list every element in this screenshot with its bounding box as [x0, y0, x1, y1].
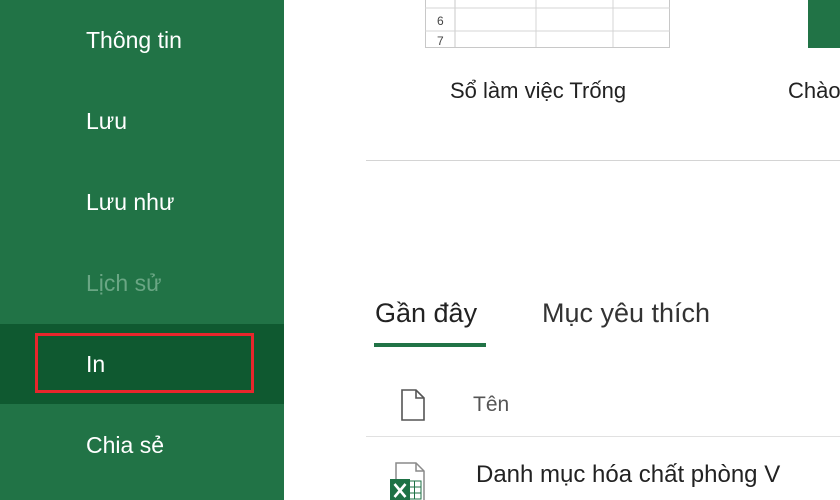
- list-item[interactable]: Danh mục hóa chất phòng V: [366, 437, 840, 500]
- next-template-label[interactable]: Chào: [788, 78, 840, 104]
- excel-file-icon: [390, 462, 425, 500]
- blank-workbook-thumbnail[interactable]: 6 7: [425, 0, 670, 48]
- sidebar-item-save-as[interactable]: Lưu như: [0, 162, 284, 242]
- sidebar-item-label: Chia sẻ: [86, 431, 164, 458]
- document-icon: [401, 389, 425, 421]
- spreadsheet-grid-icon: 6 7: [425, 0, 670, 48]
- highlight-box: [35, 333, 254, 393]
- sidebar-item-info[interactable]: Thông tin: [0, 0, 284, 80]
- sidebar-item-label: Thông tin: [86, 26, 182, 53]
- file-name: Danh mục hóa chất phòng V: [476, 461, 781, 488]
- tab-favorites[interactable]: Mục yêu thích: [542, 298, 710, 329]
- backstage-sidebar: Thông tin Lưu Lưu như Lịch sử In Chia sẻ: [0, 0, 284, 500]
- active-tab-indicator: [374, 343, 486, 347]
- column-header-name[interactable]: Tên: [473, 393, 509, 417]
- sidebar-item-save[interactable]: Lưu: [0, 81, 284, 161]
- sidebar-item-label: Lưu như: [86, 188, 175, 215]
- sidebar-item-label: Lịch sử: [86, 269, 162, 296]
- grid-row-number: 7: [437, 34, 444, 48]
- sidebar-item-history: Lịch sử: [0, 243, 284, 323]
- tab-recent[interactable]: Gần đây: [375, 298, 477, 329]
- sidebar-item-label: Lưu: [86, 107, 127, 134]
- sidebar-item-share[interactable]: Chia sẻ: [0, 405, 284, 485]
- blank-workbook-label[interactable]: Sổ làm việc Trống: [450, 78, 626, 104]
- next-template-thumbnail[interactable]: [808, 0, 840, 48]
- section-divider: [366, 160, 840, 161]
- main-panel: 6 7 Sổ làm việc Trống Chào Gần đây Mục y…: [284, 0, 840, 500]
- sidebar-item-print[interactable]: In: [0, 324, 284, 404]
- grid-row-number: 6: [437, 14, 444, 28]
